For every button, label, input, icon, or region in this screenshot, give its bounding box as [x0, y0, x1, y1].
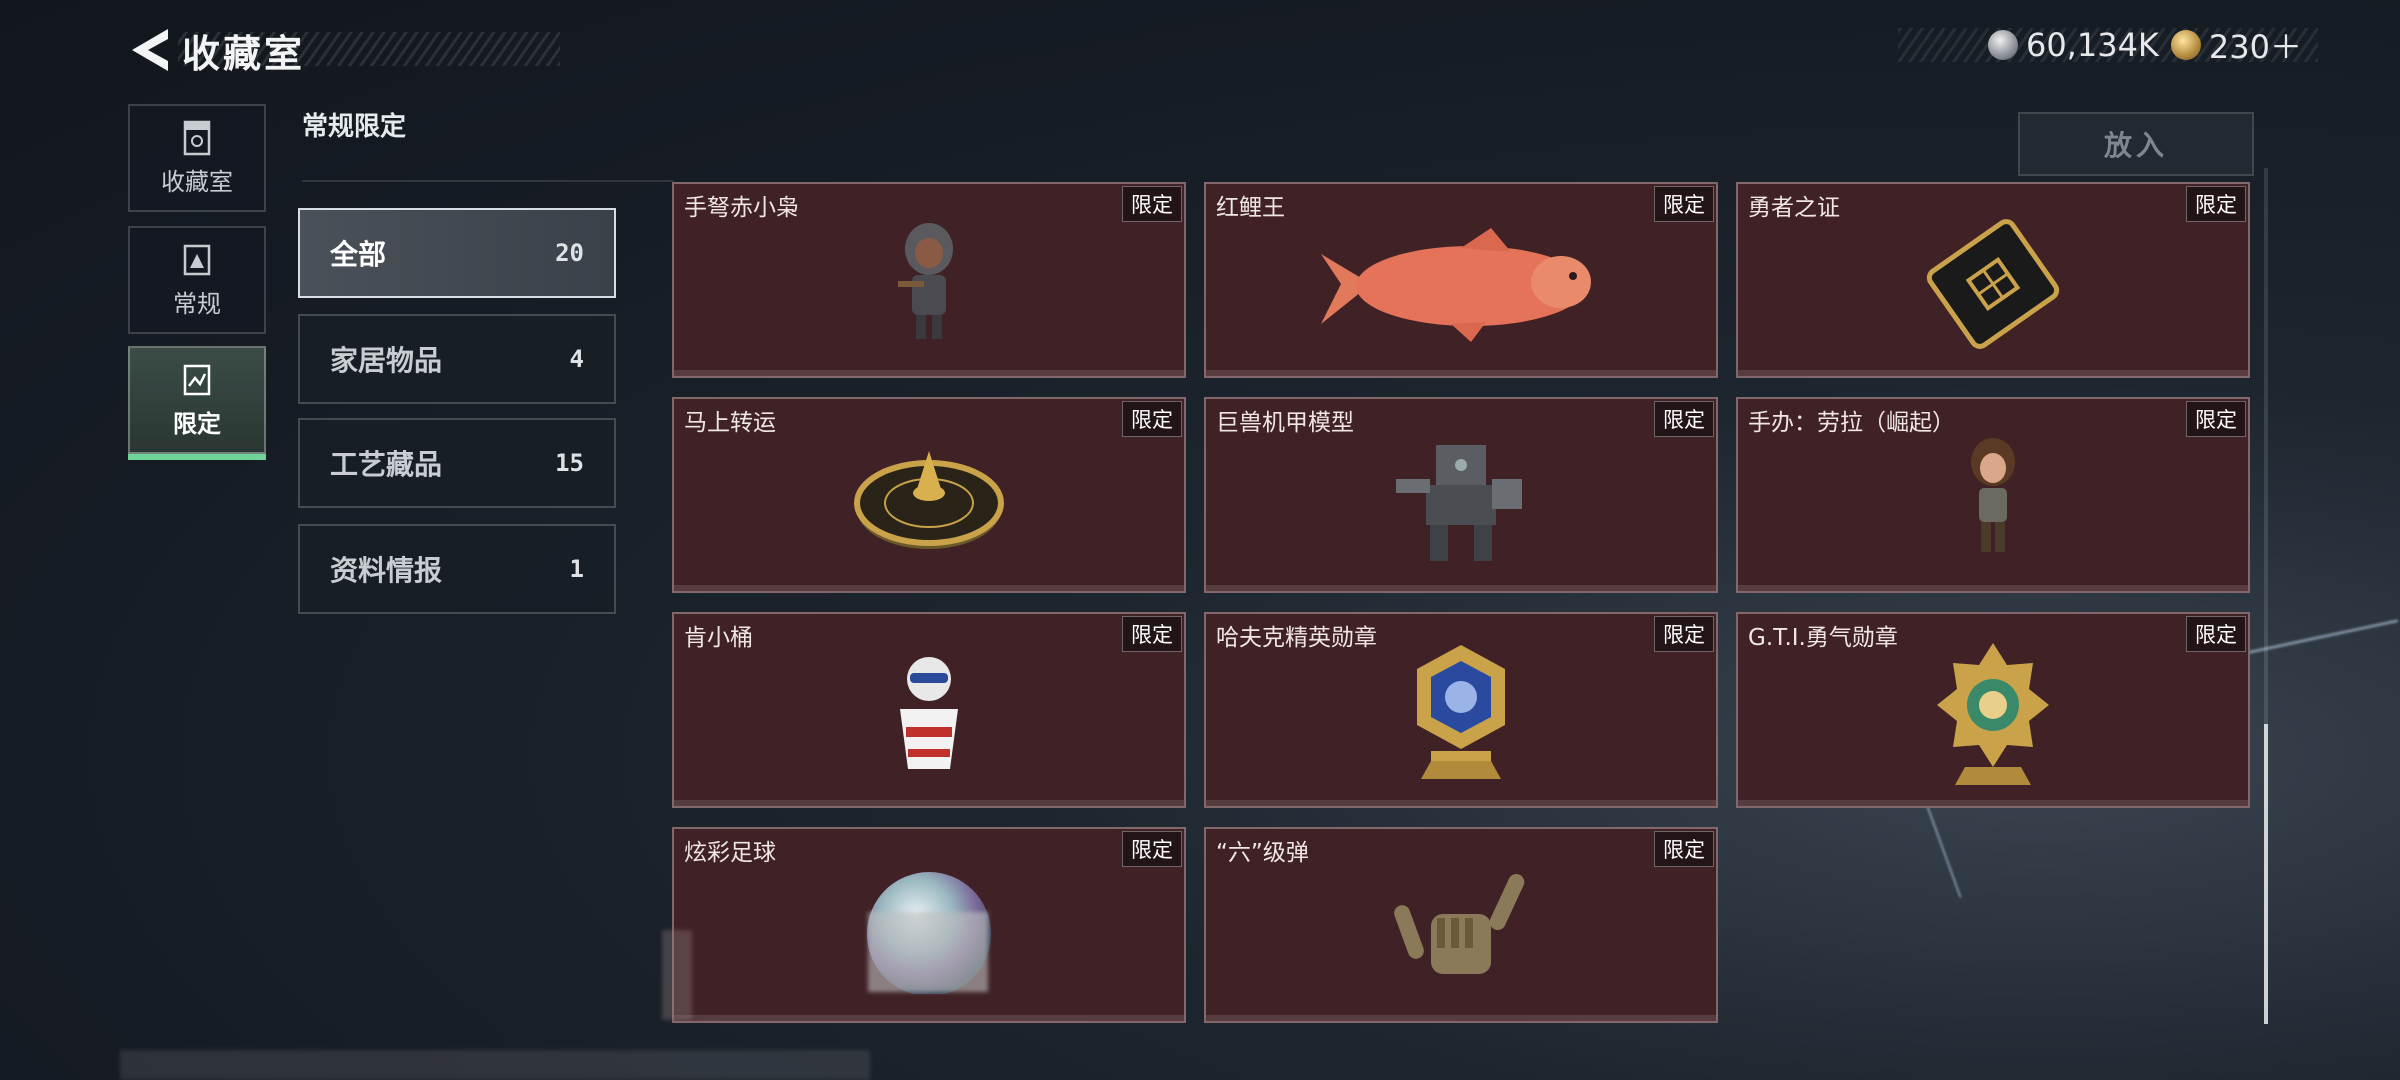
- category-name: 工艺藏品: [330, 448, 443, 481]
- limited-badge: 限定: [1654, 401, 1714, 437]
- category-count: 4: [569, 345, 584, 373]
- elite-medal-icon: [1417, 644, 1505, 779]
- mosaic-overlay: [120, 1050, 870, 1080]
- item-name: “六”级弹: [1216, 840, 1309, 866]
- page-title: 收藏室: [182, 31, 306, 76]
- side-tab-label: 限定: [173, 409, 221, 438]
- category-name: 全部: [330, 238, 387, 271]
- silver-currency: 60,134K: [1987, 26, 2159, 64]
- item-name: 炫彩足球: [684, 840, 776, 866]
- category-count: 1: [569, 555, 584, 583]
- item-name: G.T.I.勇气勋章: [1748, 625, 1898, 651]
- item-card[interactable]: 马上转运 限定: [672, 397, 1186, 593]
- side-tab-label: 常规: [173, 289, 221, 318]
- gold-value: 230＋: [2208, 28, 2302, 66]
- mosaic-overlay: [662, 930, 692, 1020]
- item-name: 手弩赤小枭: [684, 195, 799, 221]
- item-card[interactable]: 手办：劳拉（崛起） 限定: [1736, 397, 2250, 593]
- item-card[interactable]: 红鲤王 限定: [1204, 182, 1718, 378]
- currency-bar: 60,134K 230＋: [1898, 26, 2318, 66]
- category-all[interactable]: 全部 20: [298, 208, 616, 298]
- regular-icon: [183, 244, 211, 275]
- item-name: 哈夫克精英勋章: [1216, 625, 1377, 651]
- mech-model-icon: [1396, 444, 1522, 561]
- category-intel[interactable]: 资料情报 1: [298, 524, 616, 614]
- item-name: 红鲤王: [1216, 195, 1285, 221]
- gold-currency[interactable]: 230＋: [2170, 22, 2302, 68]
- silver-coin-icon: [1987, 30, 2018, 60]
- item-name: 勇者之证: [1748, 195, 1840, 221]
- item-name: 肯小桶: [684, 625, 753, 651]
- limited-badge: 限定: [1122, 186, 1182, 222]
- figure-lara-icon: [1971, 437, 2015, 552]
- limited-badge: 限定: [1122, 831, 1182, 867]
- courage-medal-icon: [1937, 642, 2049, 785]
- category-name: 资料情报: [330, 554, 443, 587]
- limited-badge: 限定: [1654, 616, 1714, 652]
- category-count: 15: [555, 449, 584, 477]
- gold-coin-icon: [2170, 30, 2201, 60]
- item-name: 手办：劳拉（崛起）: [1748, 410, 1955, 436]
- side-tab-regular[interactable]: 常规: [128, 226, 266, 334]
- item-name: 马上转运: [684, 410, 776, 436]
- six-bullet-hand-icon: [1394, 873, 1525, 974]
- limited-badge: 限定: [1654, 831, 1714, 867]
- item-card[interactable]: 勇者之证 限定: [1736, 182, 2250, 378]
- fortune-wheel-icon: [854, 450, 1004, 549]
- mosaic-overlay: [868, 912, 988, 992]
- item-card[interactable]: 哈夫克精英勋章 限定: [1204, 612, 1718, 808]
- brave-card-icon: [1926, 218, 2060, 349]
- silver-value: 60,134K: [2025, 26, 2159, 64]
- divider: [302, 180, 674, 182]
- limited-badge: 限定: [2186, 616, 2246, 652]
- side-tab-collection-room[interactable]: 收藏室: [128, 104, 266, 212]
- limited-badge: 限定: [1654, 186, 1714, 222]
- limited-badge: 限定: [2186, 401, 2246, 437]
- limited-icon: [183, 364, 211, 395]
- header: 收藏室: [128, 22, 305, 78]
- item-card[interactable]: 肯小桶 限定: [672, 612, 1186, 808]
- limited-badge: 限定: [1122, 401, 1182, 437]
- limited-badge: 限定: [1122, 616, 1182, 652]
- figure-hooded-icon: [898, 222, 953, 339]
- category-count: 20: [555, 239, 584, 267]
- item-grid: 手弩赤小枭 限定 红鲤王 限定 勇者之证 限定 马上转运 限定 巨兽机甲模型 限…: [672, 182, 2252, 1023]
- bucket-figure-icon: [900, 656, 958, 769]
- category-name: 家居物品: [330, 344, 443, 377]
- section-title: 常规限定: [302, 112, 407, 142]
- back-arrow-icon[interactable]: [128, 25, 172, 75]
- item-card[interactable]: G.T.I.勇气勋章 限定: [1736, 612, 2250, 808]
- limited-badge: 限定: [2186, 186, 2246, 222]
- put-in-button[interactable]: 放入: [2018, 112, 2254, 176]
- item-card[interactable]: 手弩赤小枭 限定: [672, 182, 1186, 378]
- item-name: 巨兽机甲模型: [1216, 410, 1354, 436]
- category-home-items[interactable]: 家居物品 4: [298, 314, 616, 404]
- category-crafts[interactable]: 工艺藏品 15: [298, 418, 616, 508]
- item-card[interactable]: 巨兽机甲模型 限定: [1204, 397, 1718, 593]
- item-card[interactable]: “六”级弹 限定: [1204, 827, 1718, 1023]
- side-tab-label: 收藏室: [161, 167, 233, 196]
- side-tab-limited[interactable]: 限定: [128, 346, 266, 460]
- collection-room-icon: [183, 120, 211, 155]
- red-carp-icon: [1321, 227, 1591, 342]
- scrollbar-thumb[interactable]: [2264, 724, 2268, 1024]
